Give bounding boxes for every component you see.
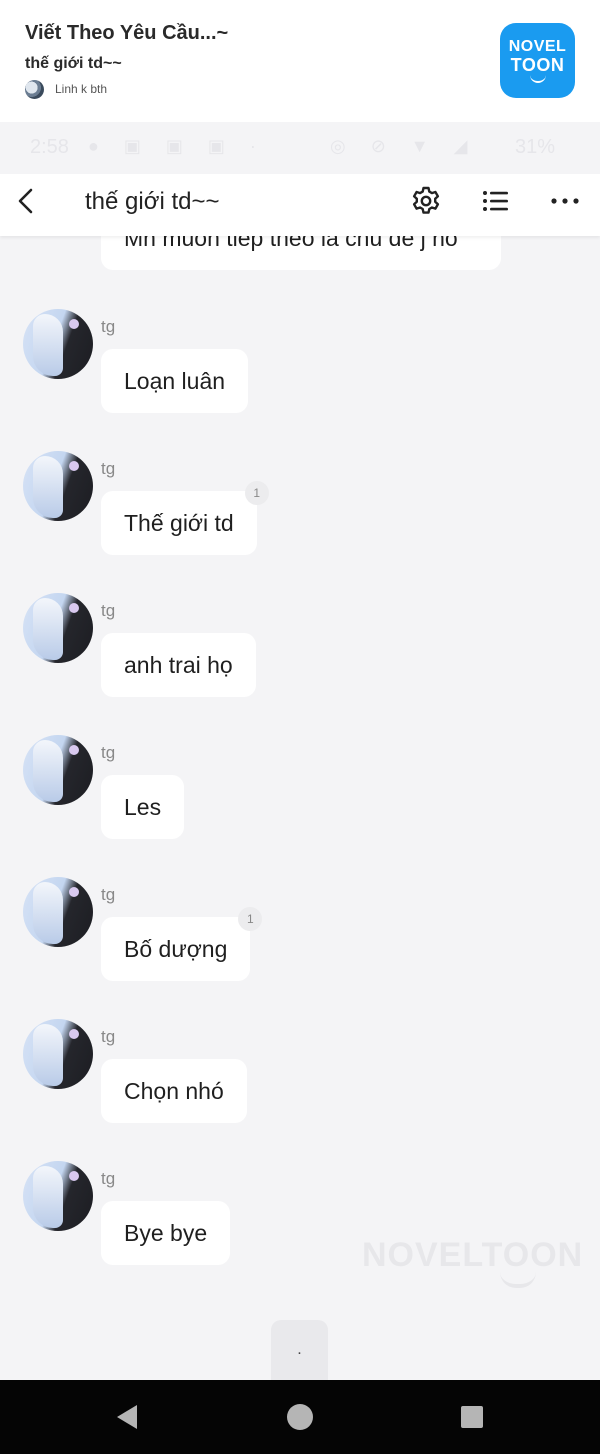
author-name: Linh k bth [55,82,108,96]
sender-name: tg [101,1169,116,1188]
sender-name: tg [101,1027,116,1046]
message-bubble[interactable]: Thế giới td 1 [101,481,269,555]
story-header[interactable]: Viết Theo Yêu Cầu...~ thế giới td~~ Linh… [0,0,600,122]
message-item: tg anh trai họ [0,593,600,713]
scroll-handle[interactable]: . [271,1320,328,1380]
message-item: tg Les [0,735,600,855]
list-icon[interactable] [479,185,511,217]
nav-home-icon[interactable] [285,1402,315,1432]
nav-recents-icon[interactable] [457,1402,487,1432]
message-item: tg Bố dượng 1 [0,877,600,997]
sender-name: tg [101,601,116,620]
avatar[interactable] [23,309,93,379]
avatar[interactable] [23,1019,93,1089]
avatar[interactable] [23,877,93,947]
sender-name: tg [101,743,116,762]
notification-icons: ● ▣ ▣ ▣ · [88,136,266,156]
reaction-count-badge[interactable]: 1 [238,907,263,931]
system-icons: ◎ ⊘ ▼ ◢ [330,136,478,156]
author-avatar [25,79,44,99]
avatar[interactable] [23,451,93,521]
message-item: tg Thế giới td 1 [0,451,600,571]
message-text: anh trai họ [124,651,233,678]
message-bubble[interactable]: anh trai họ [101,633,256,697]
message-bubble[interactable]: Bye bye [101,1201,231,1265]
sender-name: tg [101,317,116,336]
message-text: Mn muốn tiếp theo là chủ đề j nò [124,236,458,251]
avatar[interactable] [23,593,93,663]
author-row[interactable]: Linh k bth [25,79,107,99]
reaction-count-badge[interactable]: 1 [244,481,269,505]
message-bubble[interactable]: Les [101,775,185,839]
message-text: Bố dượng [124,935,228,962]
message-bubble[interactable]: Mn muốn tiếp theo là chủ đề j nò [101,236,501,270]
story-title[interactable]: Viết Theo Yêu Cầu...~ [25,22,228,45]
more-icon[interactable] [549,185,581,217]
status-bar: 2:58 ● ▣ ▣ ▣ · ◎ ⊘ ▼ ◢ 31% [0,122,600,174]
message-text: Les [124,793,162,820]
message-bubble[interactable]: Loạn luân [101,349,249,413]
status-time: 2:58 [30,136,69,158]
avatar[interactable] [23,1161,93,1231]
system-nav-bar [0,1380,600,1454]
watermark: NOVELTOON [362,1236,584,1274]
sender-name: tg [101,885,116,904]
back-icon[interactable] [12,186,42,216]
message-text: Bye bye [124,1219,208,1246]
chat-toolbar: thế giới td~~ [0,174,600,236]
message-item: tg Chọn nhó [0,1019,600,1139]
gear-icon[interactable] [410,185,442,217]
avatar[interactable] [23,735,93,805]
message-list[interactable]: Mn muốn tiếp theo là chủ đề j nò tg Loạn… [0,236,600,1380]
message-bubble[interactable]: Bố dượng 1 [101,907,263,981]
message-bubble[interactable]: Chọn nhó [101,1059,247,1123]
message-text: Thế giới td [124,509,234,536]
noveltoon-logo[interactable]: NOVEL TOON [500,23,575,98]
story-subtitle: thế giới td~~ [25,55,122,72]
sender-name: tg [101,459,116,478]
battery-level: 31% [515,136,556,158]
message-text: Chọn nhó [124,1077,224,1104]
chat-title: thế giới td~~ [85,188,220,215]
message-text: Loạn luân [124,367,226,394]
message-item: tg Loạn luân [0,309,600,429]
nav-back-icon[interactable] [113,1402,143,1432]
